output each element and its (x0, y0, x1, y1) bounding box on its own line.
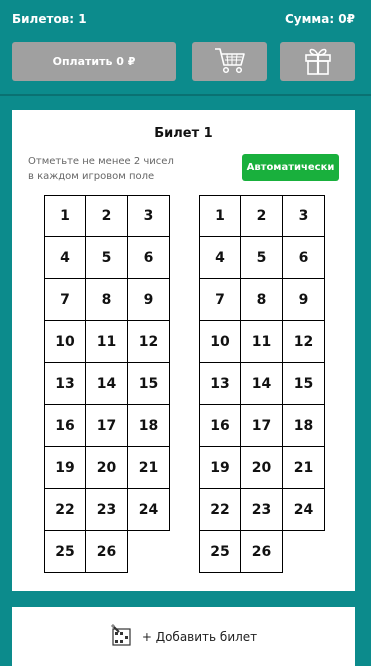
number-cell[interactable]: 13 (199, 363, 241, 405)
number-cell[interactable]: 24 (128, 489, 170, 531)
number-cell[interactable]: 3 (128, 195, 170, 237)
number-cell[interactable]: 6 (283, 237, 325, 279)
gift-button[interactable] (280, 42, 355, 81)
number-cell[interactable]: 15 (128, 363, 170, 405)
number-cell[interactable]: 8 (241, 279, 283, 321)
number-cell[interactable]: 5 (241, 237, 283, 279)
number-cell[interactable]: 19 (199, 447, 241, 489)
top-bar: Билетов: 1 Сумма: 0₽ Оплатить 0 ₽ (0, 0, 371, 96)
add-ticket-label: + Добавить билет (141, 629, 258, 644)
number-cell[interactable]: 18 (283, 405, 325, 447)
cart-icon (213, 45, 247, 79)
add-ticket-button[interactable]: + Добавить билет (12, 607, 355, 666)
number-cell[interactable]: 9 (283, 279, 325, 321)
number-cell[interactable]: 21 (283, 447, 325, 489)
number-cell[interactable]: 2 (241, 195, 283, 237)
number-cell[interactable]: 25 (44, 531, 86, 573)
number-cell[interactable]: 6 (128, 237, 170, 279)
number-cell[interactable]: 11 (86, 321, 128, 363)
auto-pick-button[interactable]: Автоматически (242, 154, 339, 181)
number-cell[interactable]: 5 (86, 237, 128, 279)
number-cell[interactable]: 13 (44, 363, 86, 405)
number-cell[interactable]: 16 (199, 405, 241, 447)
number-cell[interactable]: 23 (241, 489, 283, 531)
gift-icon (303, 44, 333, 80)
number-cell[interactable]: 21 (128, 447, 170, 489)
number-cell[interactable]: 15 (283, 363, 325, 405)
number-cell[interactable]: 11 (241, 321, 283, 363)
number-cell[interactable]: 16 (44, 405, 86, 447)
number-cell[interactable]: 25 (199, 531, 241, 573)
number-cell[interactable]: 26 (86, 531, 128, 573)
number-cell[interactable]: 17 (241, 405, 283, 447)
number-cell[interactable]: 10 (199, 321, 241, 363)
sum-total: Сумма: 0₽ (284, 12, 355, 26)
hint-line-1: Отметьте не менее 2 чисел (28, 156, 174, 167)
ticket-title: Билет 1 (154, 126, 213, 141)
number-cell[interactable]: 9 (128, 279, 170, 321)
tickets-count: Билетов: 1 (12, 12, 87, 26)
selection-hint: Отметьте не менее 2 чисел в каждом игров… (28, 154, 198, 184)
hint-line-2: в каждом игровом поле (28, 171, 155, 182)
number-cell[interactable]: 18 (128, 405, 170, 447)
number-cell[interactable]: 20 (241, 447, 283, 489)
pay-button[interactable]: Оплатить 0 ₽ (12, 42, 176, 81)
number-cell[interactable]: 26 (241, 531, 283, 573)
number-cell[interactable]: 12 (283, 321, 325, 363)
number-cell[interactable]: 20 (86, 447, 128, 489)
number-cell[interactable]: 12 (128, 321, 170, 363)
number-cell[interactable]: 22 (199, 489, 241, 531)
number-cell[interactable]: 2 (86, 195, 128, 237)
game-field-2: 1 2 3 4 5 6 7 8 9 10 11 12 13 14 15 16 17 18 19 20 21 22 23 24 2… (199, 195, 325, 573)
cart-button[interactable] (192, 42, 267, 81)
number-cell[interactable]: 4 (199, 237, 241, 279)
number-cell[interactable]: 3 (283, 195, 325, 237)
game-field-1: 1 2 3 4 5 6 7 8 9 10 11 12 13 14 15 16 17 18 19 20 21 22 23 24 2… (44, 195, 170, 573)
number-cell[interactable]: 24 (283, 489, 325, 531)
ticket-card: Билет 1 Отметьте не менее 2 чисел в кажд… (12, 110, 355, 591)
number-cell[interactable]: 23 (86, 489, 128, 531)
number-cell[interactable]: 7 (44, 279, 86, 321)
number-cell[interactable]: 8 (86, 279, 128, 321)
number-cell[interactable]: 1 (199, 195, 241, 237)
number-cell[interactable]: 14 (86, 363, 128, 405)
number-cell[interactable]: 19 (44, 447, 86, 489)
number-cell[interactable]: 7 (199, 279, 241, 321)
number-cell[interactable]: 17 (86, 405, 128, 447)
lottery-ticket-icon (110, 623, 134, 651)
number-cell[interactable]: 4 (44, 237, 86, 279)
number-cell[interactable]: 10 (44, 321, 86, 363)
number-cell[interactable]: 14 (241, 363, 283, 405)
number-cell[interactable]: 1 (44, 195, 86, 237)
number-cell[interactable]: 22 (44, 489, 86, 531)
